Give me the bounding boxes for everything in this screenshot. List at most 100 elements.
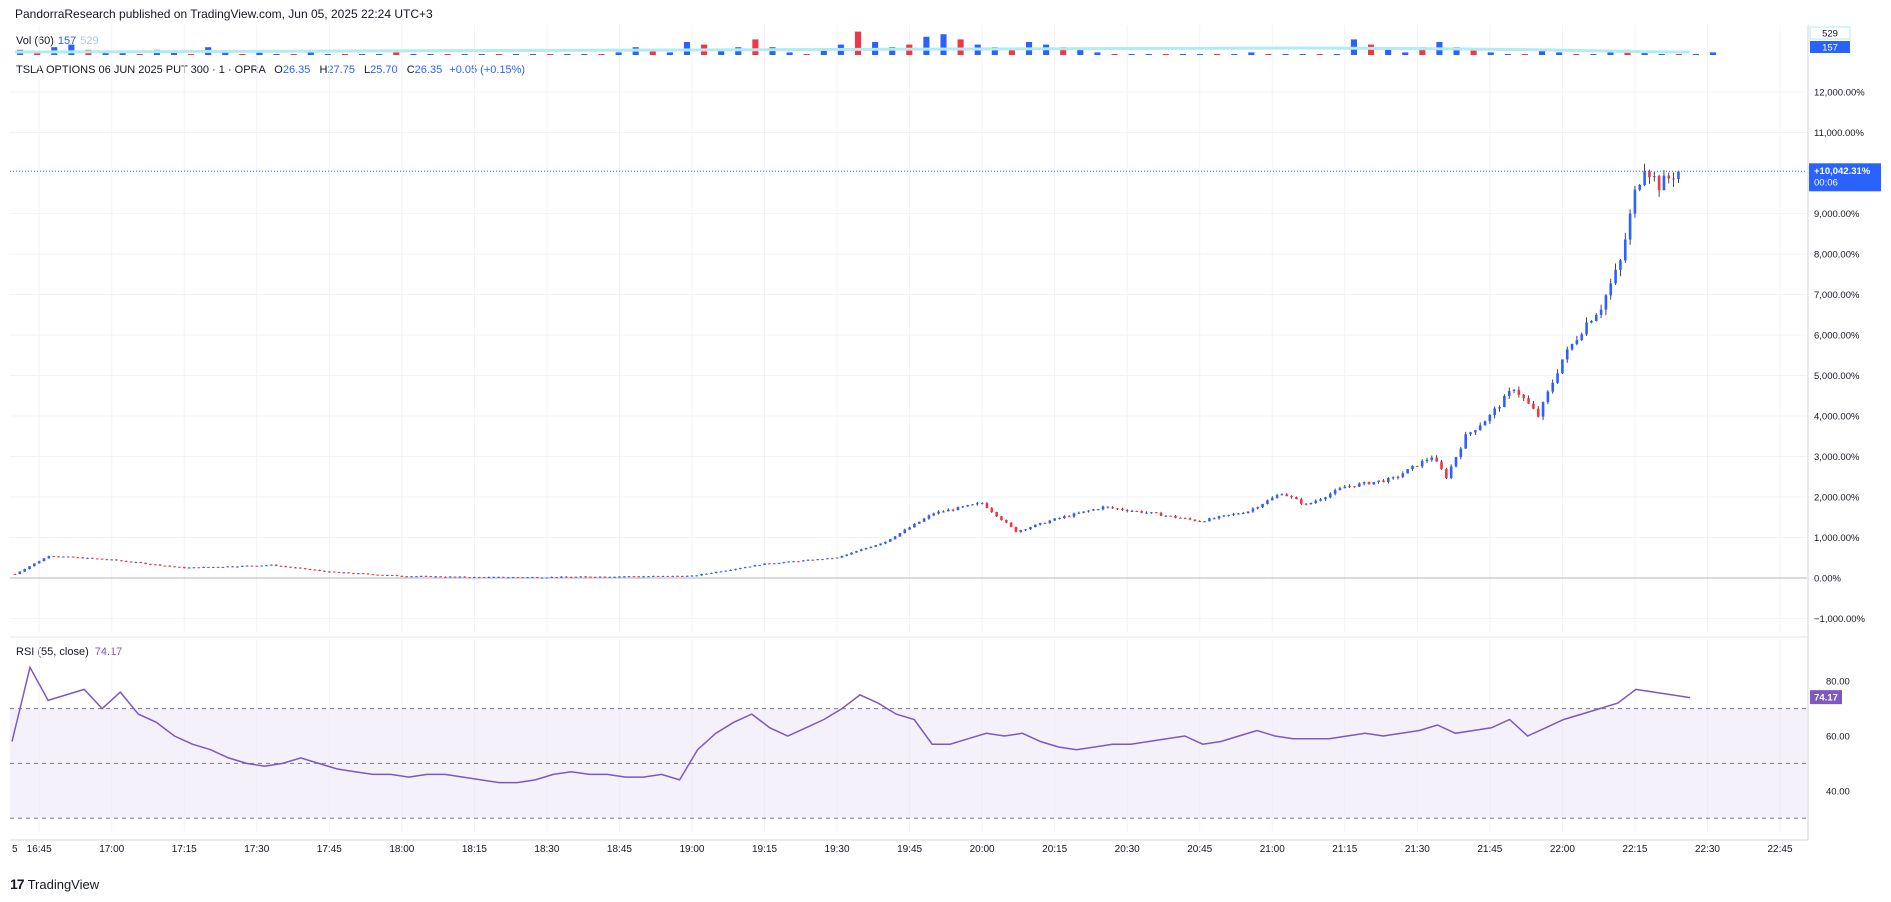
- volume-bar: [1487, 52, 1494, 55]
- price-tick-label: 3,000.00%: [1814, 452, 1860, 463]
- volume-bar: [1590, 54, 1597, 55]
- candle-body: [1648, 171, 1651, 178]
- candle-body: [763, 563, 766, 566]
- candle-body: [743, 567, 747, 569]
- tradingview-brand[interactable]: 17 TradingView: [10, 876, 99, 892]
- rsi-tick-label: 80.00: [1826, 677, 1850, 688]
- candle-body: [1382, 480, 1385, 482]
- candle-body: [1024, 529, 1027, 531]
- volume-bar: [359, 54, 366, 55]
- volume-bar: [1196, 54, 1204, 55]
- candle-body: [216, 566, 220, 568]
- candle-body: [458, 576, 462, 578]
- candle-body: [1358, 483, 1361, 487]
- candle-body: [739, 568, 742, 570]
- candle-body: [308, 569, 312, 571]
- candle-body: [676, 575, 679, 577]
- candle-body: [158, 564, 162, 566]
- volume-bar: [1709, 52, 1717, 55]
- time-tick-label: 20:15: [1042, 844, 1067, 855]
- candle-body: [192, 567, 196, 569]
- candle-body: [168, 565, 172, 567]
- candle-body: [226, 566, 230, 568]
- candle-body: [922, 518, 926, 522]
- candle-body: [313, 569, 317, 571]
- candle-body: [1266, 500, 1269, 505]
- time-tick-label: 21:45: [1477, 844, 1502, 855]
- candle-body: [1565, 349, 1569, 360]
- candle-body: [1096, 509, 1100, 511]
- candle-body: [971, 504, 974, 506]
- candle-body: [1623, 239, 1627, 261]
- volume-bar: [1145, 54, 1152, 55]
- candle-body: [782, 562, 786, 564]
- candle-body: [33, 563, 36, 567]
- candle-body: [129, 561, 133, 563]
- time-tick-label: 17:15: [172, 844, 197, 855]
- candle-body: [47, 556, 51, 559]
- candle-body: [502, 576, 505, 578]
- candle-body: [250, 565, 254, 567]
- candle-body: [453, 576, 457, 578]
- candle-body: [1145, 512, 1148, 514]
- candle-body: [91, 557, 94, 559]
- chart-canvas[interactable]: 5 16:45 17:00 17:15 17:30 17:45 18:00 18:15 18:3…: [0, 0, 1891, 902]
- candle-body: [985, 503, 989, 509]
- candle-body: [376, 574, 379, 576]
- candle-body: [110, 559, 114, 561]
- candle-body: [995, 512, 998, 517]
- time-tick-label: 20:45: [1187, 844, 1212, 855]
- candle-body: [1527, 398, 1530, 404]
- candle-body: [710, 573, 713, 575]
- candle-body: [424, 575, 428, 577]
- candle-body: [656, 575, 660, 577]
- candle-body: [980, 503, 984, 505]
- time-tick-label: 19:00: [679, 844, 704, 855]
- candle-body: [1604, 295, 1608, 310]
- candle-body: [410, 576, 413, 578]
- candle-body: [946, 509, 950, 512]
- candle-body: [1652, 176, 1656, 178]
- tradingview-brand-text: TradingView: [27, 877, 100, 892]
- volume-bar: [615, 52, 622, 55]
- candle-body: [917, 521, 921, 524]
- volume-bar: [444, 54, 451, 55]
- price-tick-label: 12,000.00%: [1814, 88, 1865, 99]
- candle-body: [966, 505, 969, 507]
- candle-body: [1029, 527, 1032, 530]
- candle-body: [1058, 518, 1061, 520]
- candle-body: [1474, 430, 1477, 433]
- volume-badge-text: 157: [1822, 43, 1838, 54]
- volume-bar: [239, 54, 246, 55]
- candle-body: [434, 576, 437, 578]
- candle-body: [506, 577, 510, 579]
- candle-body: [787, 561, 790, 563]
- candle-body: [1614, 269, 1617, 284]
- volume-bar: [598, 54, 605, 55]
- candle-body: [1237, 513, 1240, 515]
- rsi-value-badge-text: 74.17: [1814, 693, 1838, 704]
- candle-body: [260, 565, 263, 567]
- candle-body: [705, 573, 708, 575]
- candle-body: [1672, 178, 1675, 180]
- candle-body: [627, 576, 631, 578]
- candle-body: [540, 577, 544, 579]
- time-tick-label: 19:15: [752, 844, 777, 855]
- candle-body: [1295, 497, 1298, 500]
- candle-body: [231, 566, 234, 568]
- volume-bar: [1385, 49, 1392, 55]
- candle-body: [328, 571, 331, 573]
- candle-body: [564, 576, 568, 578]
- candle-body: [642, 576, 645, 578]
- candle-body: [1164, 515, 1168, 517]
- candle-body: [279, 565, 283, 567]
- candle-body: [444, 576, 447, 578]
- candle-body: [463, 576, 467, 578]
- candle-body: [52, 556, 55, 558]
- candle-body: [1599, 309, 1603, 315]
- candle-body: [593, 576, 597, 578]
- candle-body: [990, 508, 994, 513]
- candle-body: [535, 577, 539, 579]
- candle-body: [1324, 497, 1327, 500]
- candle-body: [361, 573, 365, 575]
